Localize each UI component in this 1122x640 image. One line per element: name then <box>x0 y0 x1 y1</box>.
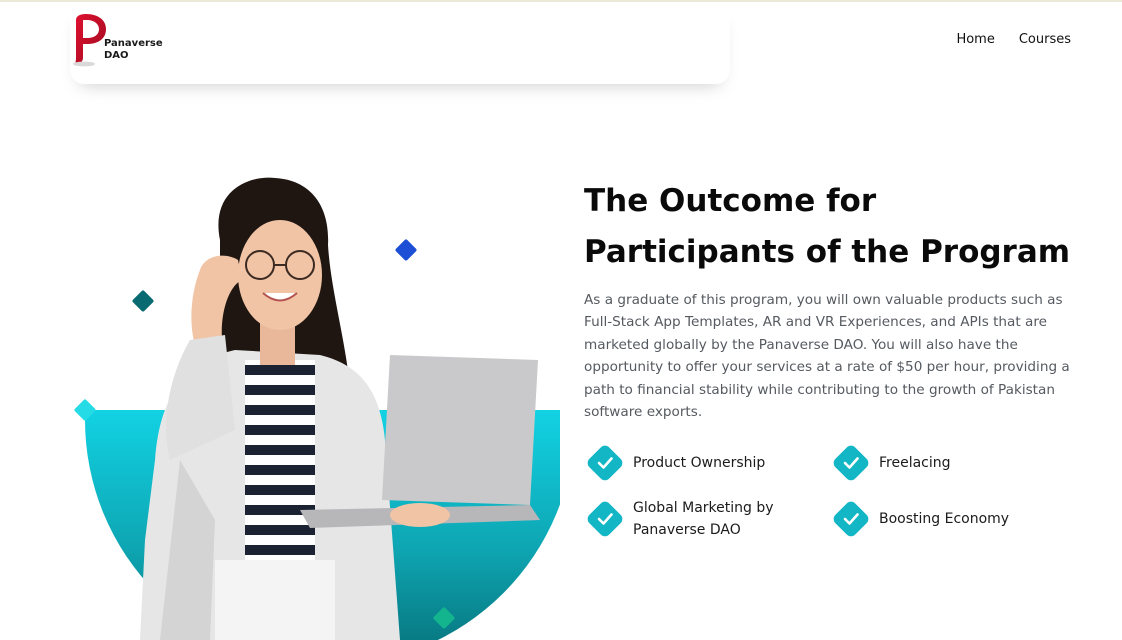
section-description: As a graduate of this program, you will … <box>584 292 1070 421</box>
check-icon <box>833 501 869 537</box>
diamond-blue-icon <box>395 239 417 261</box>
check-icon <box>587 445 623 481</box>
diamond-darkteal-icon <box>132 290 154 312</box>
site-header: Panaverse DAO Home Courses <box>0 2 1122 84</box>
feature-label: Global Marketing by Panaverse DAO <box>633 500 774 538</box>
brand-line1: Panaverse <box>104 38 163 49</box>
main-nav: Home Courses <box>956 32 1071 47</box>
feature-label: Boosting Economy <box>879 511 1010 527</box>
feature-label: Product Ownership <box>633 455 766 471</box>
title-line-1: The Outcome for <box>584 183 877 219</box>
brand-name: Panaverse DAO <box>104 38 163 62</box>
feature-boosting-economy: Boosting Economy <box>831 499 1009 539</box>
section-title: The Outcome for Participants of the Prog… <box>584 176 1084 278</box>
brand-line2: DAO <box>104 50 129 61</box>
title-line-2: Participants of the Program <box>584 234 1071 270</box>
feature-global-marketing: Global Marketing by Panaverse DAO <box>585 497 805 541</box>
check-icon <box>833 445 869 481</box>
feature-label: Freelacing <box>879 455 951 471</box>
feature-freelancing: Freelacing <box>831 443 951 483</box>
hero-illustration <box>74 177 560 640</box>
nav-home-link[interactable]: Home <box>956 32 994 47</box>
check-icon <box>587 501 623 537</box>
feature-product-ownership: Product Ownership <box>585 443 765 483</box>
nav-courses-link[interactable]: Courses <box>1019 32 1071 47</box>
